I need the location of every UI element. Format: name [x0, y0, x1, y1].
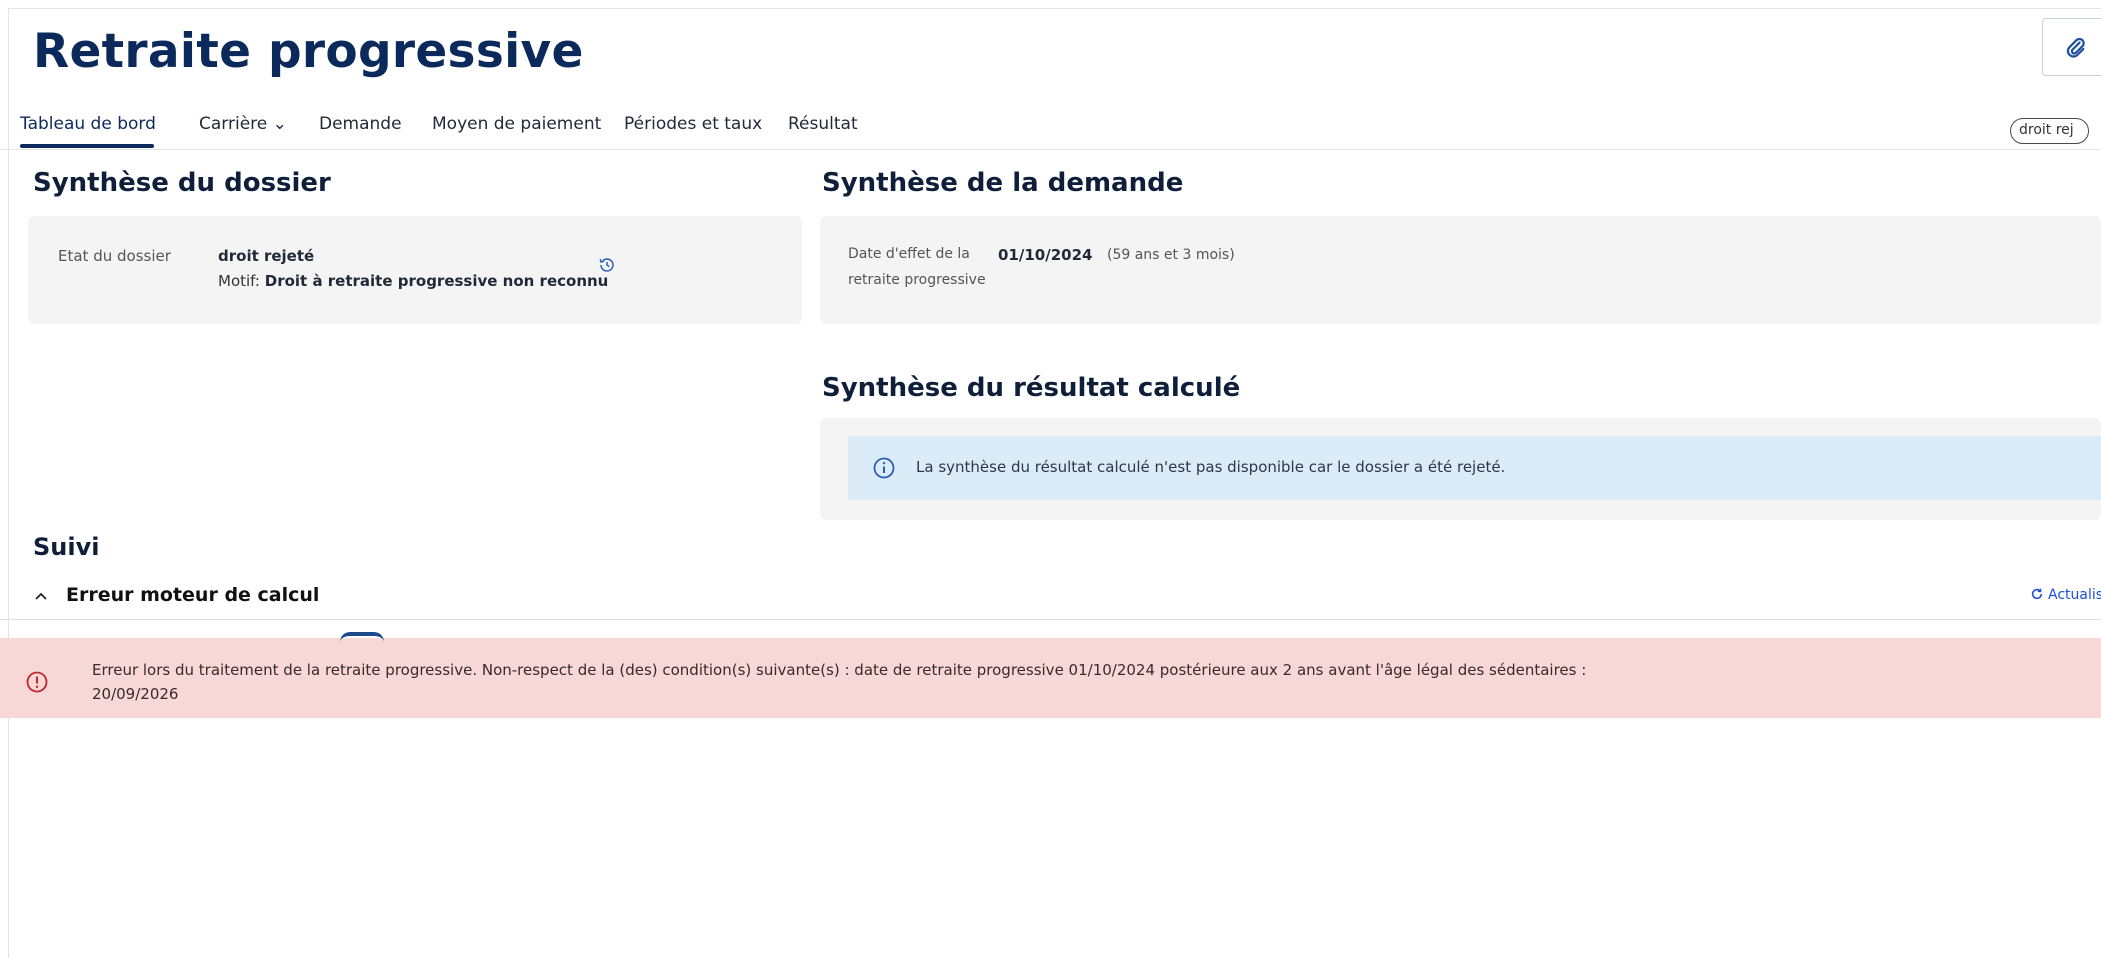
tab-bar: Tableau de bord Carrière ⌄ Demande Moyen… — [0, 104, 2101, 150]
error-alert: Erreur lors du traitement de la retraite… — [0, 638, 2101, 718]
page-title: Retraite progressive — [33, 24, 584, 79]
dossier-section-title: Synthèse du dossier — [33, 168, 331, 198]
tab-demande[interactable]: Demande — [319, 114, 402, 134]
refresh-label: Actualis — [2048, 587, 2101, 603]
tab-periodes-et-taux[interactable]: Périodes et taux — [624, 114, 762, 134]
error-message: Erreur lors du traitement de la retraite… — [92, 658, 1586, 706]
error-accordion-header[interactable]: Erreur moteur de calcul Actualis — [0, 572, 2101, 620]
effect-date-value: 01/10/2024 — [998, 246, 1093, 264]
tab-resultat[interactable]: Résultat — [788, 114, 858, 134]
suivi-section-title: Suivi — [33, 533, 100, 561]
active-tab-indicator — [20, 144, 154, 148]
status-badge: droit rej — [2010, 118, 2089, 144]
motif-value: Droit à retraite progressive non reconnu — [264, 272, 609, 290]
scroll-indicator — [340, 632, 384, 642]
info-message: La synthèse du résultat calculé n'est pa… — [916, 458, 1506, 476]
resultat-section-title: Synthèse du résultat calculé — [822, 373, 1241, 403]
warning-icon — [26, 671, 48, 693]
accordion-title: Erreur moteur de calcul — [66, 584, 320, 606]
refresh-link[interactable]: Actualis — [2030, 587, 2101, 603]
history-icon[interactable] — [598, 256, 616, 274]
dossier-state-label: Etat du dossier — [58, 247, 171, 265]
demande-card: Date d'effet de la retraite progressive … — [820, 216, 2101, 324]
effect-age-value: (59 ans et 3 mois) — [1107, 247, 1235, 263]
info-icon — [873, 457, 895, 479]
tab-moyen-de-paiement[interactable]: Moyen de paiement — [432, 114, 601, 134]
dossier-motif: Motif: Droit à retraite progressive non … — [218, 271, 608, 290]
info-alert: La synthèse du résultat calculé n'est pa… — [848, 436, 2101, 500]
demande-section-title: Synthèse de la demande — [822, 168, 1184, 198]
chevron-up-icon — [35, 592, 47, 600]
paperclip-icon — [2066, 37, 2085, 58]
dossier-state-value: droit rejeté — [218, 247, 315, 265]
dossier-card: Etat du dossier droit rejeté Motif: Droi… — [28, 216, 802, 324]
effect-date-label-line2: retraite progressive — [848, 272, 986, 288]
attachment-button[interactable] — [2042, 18, 2101, 76]
tab-carriere[interactable]: Carrière ⌄ — [199, 114, 287, 134]
error-message-line2: 20/09/2026 — [92, 685, 179, 703]
refresh-icon — [2031, 588, 2043, 600]
tab-tableau-de-bord[interactable]: Tableau de bord — [20, 114, 156, 134]
error-message-line1: Erreur lors du traitement de la retraite… — [92, 661, 1587, 679]
motif-label: Motif: — [218, 272, 265, 290]
effect-date-label-line1: Date d'effet de la — [848, 246, 970, 262]
